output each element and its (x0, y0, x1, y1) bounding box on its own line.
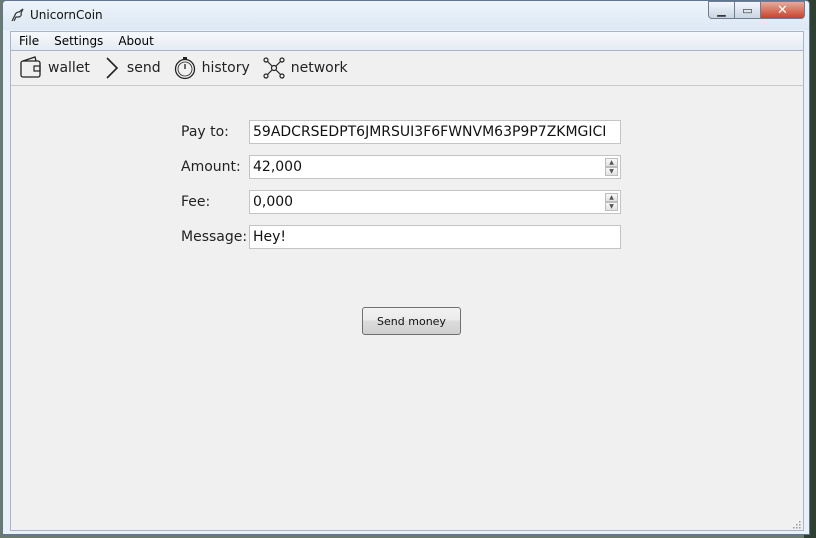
close-icon: ✕ (777, 2, 788, 18)
fee-decrement-button[interactable]: ▼ (605, 202, 618, 211)
fee-row: Fee: 0,000 ▲ ▼ (181, 190, 621, 214)
window-title: UnicornCoin (30, 8, 103, 22)
amount-increment-button[interactable]: ▲ (605, 158, 618, 167)
minimize-button[interactable]: ▁ (708, 1, 735, 19)
menu-settings[interactable]: Settings (46, 34, 110, 48)
unicorn-icon (10, 7, 26, 23)
message-value: Hey! (253, 229, 287, 245)
fee-increment-button[interactable]: ▲ (605, 193, 618, 202)
message-input[interactable]: Hey! (249, 225, 621, 249)
message-label: Message: (181, 229, 248, 245)
minimize-icon: ▁ (717, 3, 726, 17)
tool-send-label: send (126, 60, 161, 76)
main-panel: wallet send history network Pay to: 59AD… (10, 51, 804, 531)
fee-input[interactable]: 0,000 ▲ ▼ (249, 190, 621, 214)
network-icon (262, 56, 286, 80)
pay-to-row: Pay to: 59ADCRSEDPT6JMRSUI3F6FWNVM63P9P7… (181, 120, 621, 144)
amount-label: Amount: (181, 159, 241, 175)
send-money-button[interactable]: Send money (362, 307, 461, 335)
chevron-right-icon (102, 56, 122, 80)
tool-send[interactable]: send (102, 53, 161, 83)
menu-about[interactable]: About (110, 34, 160, 48)
tool-wallet-label: wallet (48, 60, 90, 76)
menu-bar: File Settings About (10, 31, 804, 51)
toolbar: wallet send history network (11, 51, 803, 86)
tool-network-label: network (290, 60, 348, 76)
tool-wallet[interactable]: wallet (19, 53, 90, 83)
close-button[interactable]: ✕ (761, 1, 805, 19)
pay-to-label: Pay to: (181, 124, 229, 140)
fee-spinner: ▲ ▼ (605, 193, 618, 211)
tool-network[interactable]: network (262, 53, 348, 83)
wallet-icon (19, 56, 43, 80)
fee-label: Fee: (181, 194, 211, 210)
stopwatch-icon (173, 56, 197, 80)
tool-history[interactable]: history (173, 53, 250, 83)
amount-decrement-button[interactable]: ▼ (605, 167, 618, 176)
amount-input[interactable]: 42,000 ▲ ▼ (249, 155, 621, 179)
pay-to-value: 59ADCRSEDPT6JMRSUI3F6FWNVM63P9P7ZKMGICI (253, 124, 607, 140)
maximize-button[interactable]: ▭ (735, 1, 761, 19)
fee-value: 0,000 (253, 194, 294, 210)
amount-value: 42,000 (253, 159, 302, 175)
send-money-label: Send money (377, 314, 446, 328)
app-window: UnicornCoin ▁ ▭ ✕ File Settings About wa… (2, 0, 810, 535)
resize-grip-icon[interactable] (791, 518, 801, 529)
tool-history-label: history (201, 60, 250, 76)
message-row: Message: Hey! (181, 225, 621, 249)
menu-file[interactable]: File (11, 34, 46, 48)
amount-row: Amount: 42,000 ▲ ▼ (181, 155, 621, 179)
amount-spinner: ▲ ▼ (605, 158, 618, 176)
maximize-icon: ▭ (742, 3, 753, 17)
pay-to-input[interactable]: 59ADCRSEDPT6JMRSUI3F6FWNVM63P9P7ZKMGICI (249, 120, 621, 144)
title-bar[interactable]: UnicornCoin ▁ ▭ ✕ (3, 1, 809, 30)
